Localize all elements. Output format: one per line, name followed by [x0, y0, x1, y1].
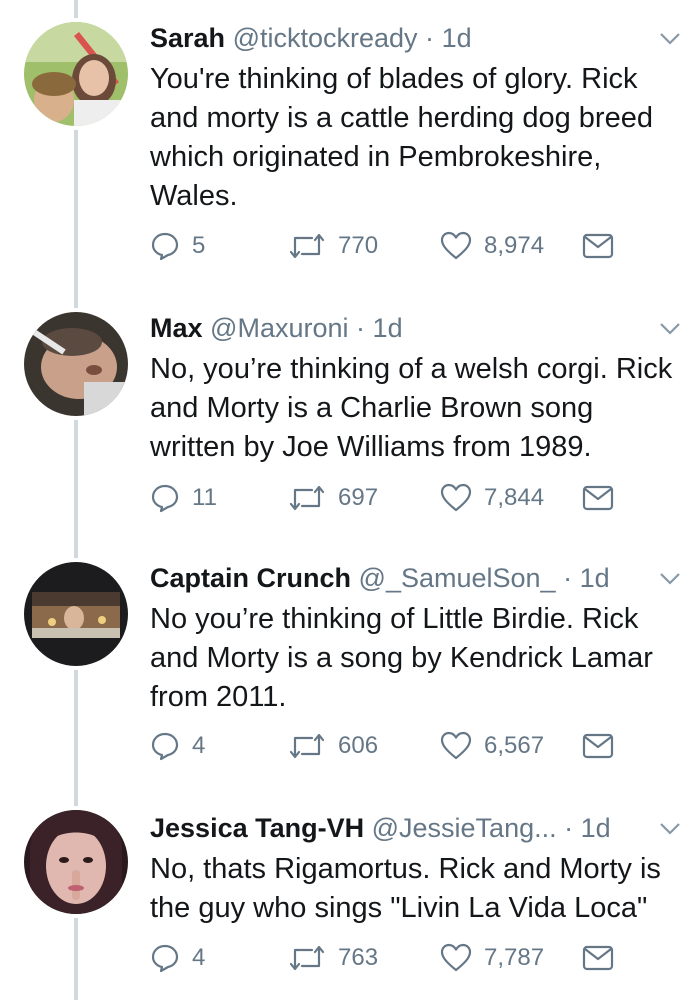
display-name[interactable]: Captain Crunch [150, 563, 351, 593]
tweet-actions: 4 606 6,567 [150, 728, 639, 764]
like-icon [440, 483, 472, 512]
tweet-header: Jessica Tang-VH @JessieTang... · 1d [150, 810, 639, 846]
reply-button[interactable]: 4 [150, 728, 205, 764]
tweet[interactable]: Max @Maxuroni · 1d No, you’re thinking o… [0, 296, 699, 536]
user-handle[interactable]: @Maxuroni [210, 313, 348, 343]
retweet-count: 697 [338, 484, 379, 511]
like-icon [440, 731, 472, 760]
avatar[interactable] [24, 312, 128, 416]
direct-message-icon [582, 945, 614, 971]
tweet-text: No, thats Rigamortus. Rick and Morty is … [150, 853, 661, 924]
retweet-icon [289, 233, 325, 259]
like-count: 6,567 [484, 732, 545, 759]
chevron-down-icon[interactable] [659, 572, 681, 586]
separator: · [564, 813, 574, 843]
like-button[interactable]: 6,567 [440, 728, 544, 764]
display-name[interactable]: Sarah [150, 23, 225, 53]
like-count: 7,787 [484, 944, 545, 971]
tweet[interactable]: Captain Crunch @_SamuelSon_ · 1d No you’… [0, 546, 699, 776]
user-handle[interactable]: @_SamuelSon_ [359, 563, 556, 593]
separator: · [563, 563, 573, 593]
tweet-text: You're thinking of blades of glory. Rick… [150, 63, 653, 212]
tweet-header: Sarah @ticktockready · 1d [150, 20, 639, 56]
like-button[interactable]: 8,974 [440, 228, 544, 264]
avatar[interactable] [24, 810, 128, 914]
timestamp[interactable]: 1d [442, 23, 472, 53]
tweet-header: Max @Maxuroni · 1d [150, 310, 639, 346]
direct-message-icon [582, 233, 614, 259]
retweet-button[interactable]: 606 [288, 728, 378, 764]
timestamp[interactable]: 1d [373, 313, 403, 343]
retweet-icon [289, 485, 325, 511]
reply-icon [151, 484, 179, 513]
user-handle[interactable]: @JessieTang... [372, 813, 557, 843]
timestamp[interactable]: 1d [580, 563, 610, 593]
retweet-count: 763 [338, 944, 379, 971]
retweet-icon [289, 945, 325, 971]
avatar[interactable] [24, 22, 128, 126]
reply-count: 4 [192, 732, 206, 759]
tweet-text: No you’re thinking of Little Birdie. Ric… [150, 603, 653, 713]
reply-button[interactable]: 11 [150, 480, 217, 516]
like-count: 8,974 [484, 232, 545, 259]
reply-icon [151, 732, 179, 761]
reply-count: 5 [192, 232, 206, 259]
direct-message-icon [582, 733, 614, 759]
user-handle[interactable]: @ticktockready [233, 23, 418, 53]
tweet-actions: 11 697 7,844 [150, 480, 639, 516]
tweet[interactable]: Jessica Tang-VH @JessieTang... · 1d No, … [0, 796, 699, 1000]
reply-button[interactable]: 5 [150, 228, 205, 264]
tweet-actions: 5 770 8,974 [150, 228, 639, 264]
tweet-text: No, you’re thinking of a welsh corgi. Ri… [150, 353, 673, 463]
reply-count: 11 [192, 484, 217, 511]
chevron-down-icon[interactable] [659, 822, 681, 836]
separator: · [425, 23, 435, 53]
direct-message-button[interactable] [582, 728, 614, 764]
reply-icon [151, 232, 179, 261]
retweet-button[interactable]: 770 [288, 228, 378, 264]
chevron-down-icon[interactable] [659, 322, 681, 336]
like-button[interactable]: 7,844 [440, 480, 544, 516]
reply-icon [151, 944, 179, 973]
direct-message-icon [582, 485, 614, 511]
direct-message-button[interactable] [582, 940, 614, 976]
tweet-actions: 4 763 7,787 [150, 940, 639, 976]
separator: · [356, 313, 366, 343]
direct-message-button[interactable] [582, 480, 614, 516]
avatar[interactable] [24, 562, 128, 666]
like-count: 7,844 [484, 484, 545, 511]
retweet-button[interactable]: 763 [288, 940, 378, 976]
retweet-count: 606 [338, 732, 379, 759]
like-icon [440, 943, 472, 972]
retweet-icon [289, 733, 325, 759]
like-button[interactable]: 7,787 [440, 940, 544, 976]
display-name[interactable]: Jessica Tang-VH [150, 813, 364, 843]
tweet[interactable]: Sarah @ticktockready · 1d You're thinkin… [0, 6, 699, 278]
retweet-count: 770 [338, 232, 379, 259]
chevron-down-icon[interactable] [659, 32, 681, 46]
retweet-button[interactable]: 697 [288, 480, 378, 516]
direct-message-button[interactable] [582, 228, 614, 264]
tweet-header: Captain Crunch @_SamuelSon_ · 1d [150, 560, 639, 596]
timestamp[interactable]: 1d [581, 813, 611, 843]
like-icon [440, 231, 472, 260]
display-name[interactable]: Max [150, 313, 203, 343]
reply-count: 4 [192, 944, 206, 971]
reply-button[interactable]: 4 [150, 940, 205, 976]
